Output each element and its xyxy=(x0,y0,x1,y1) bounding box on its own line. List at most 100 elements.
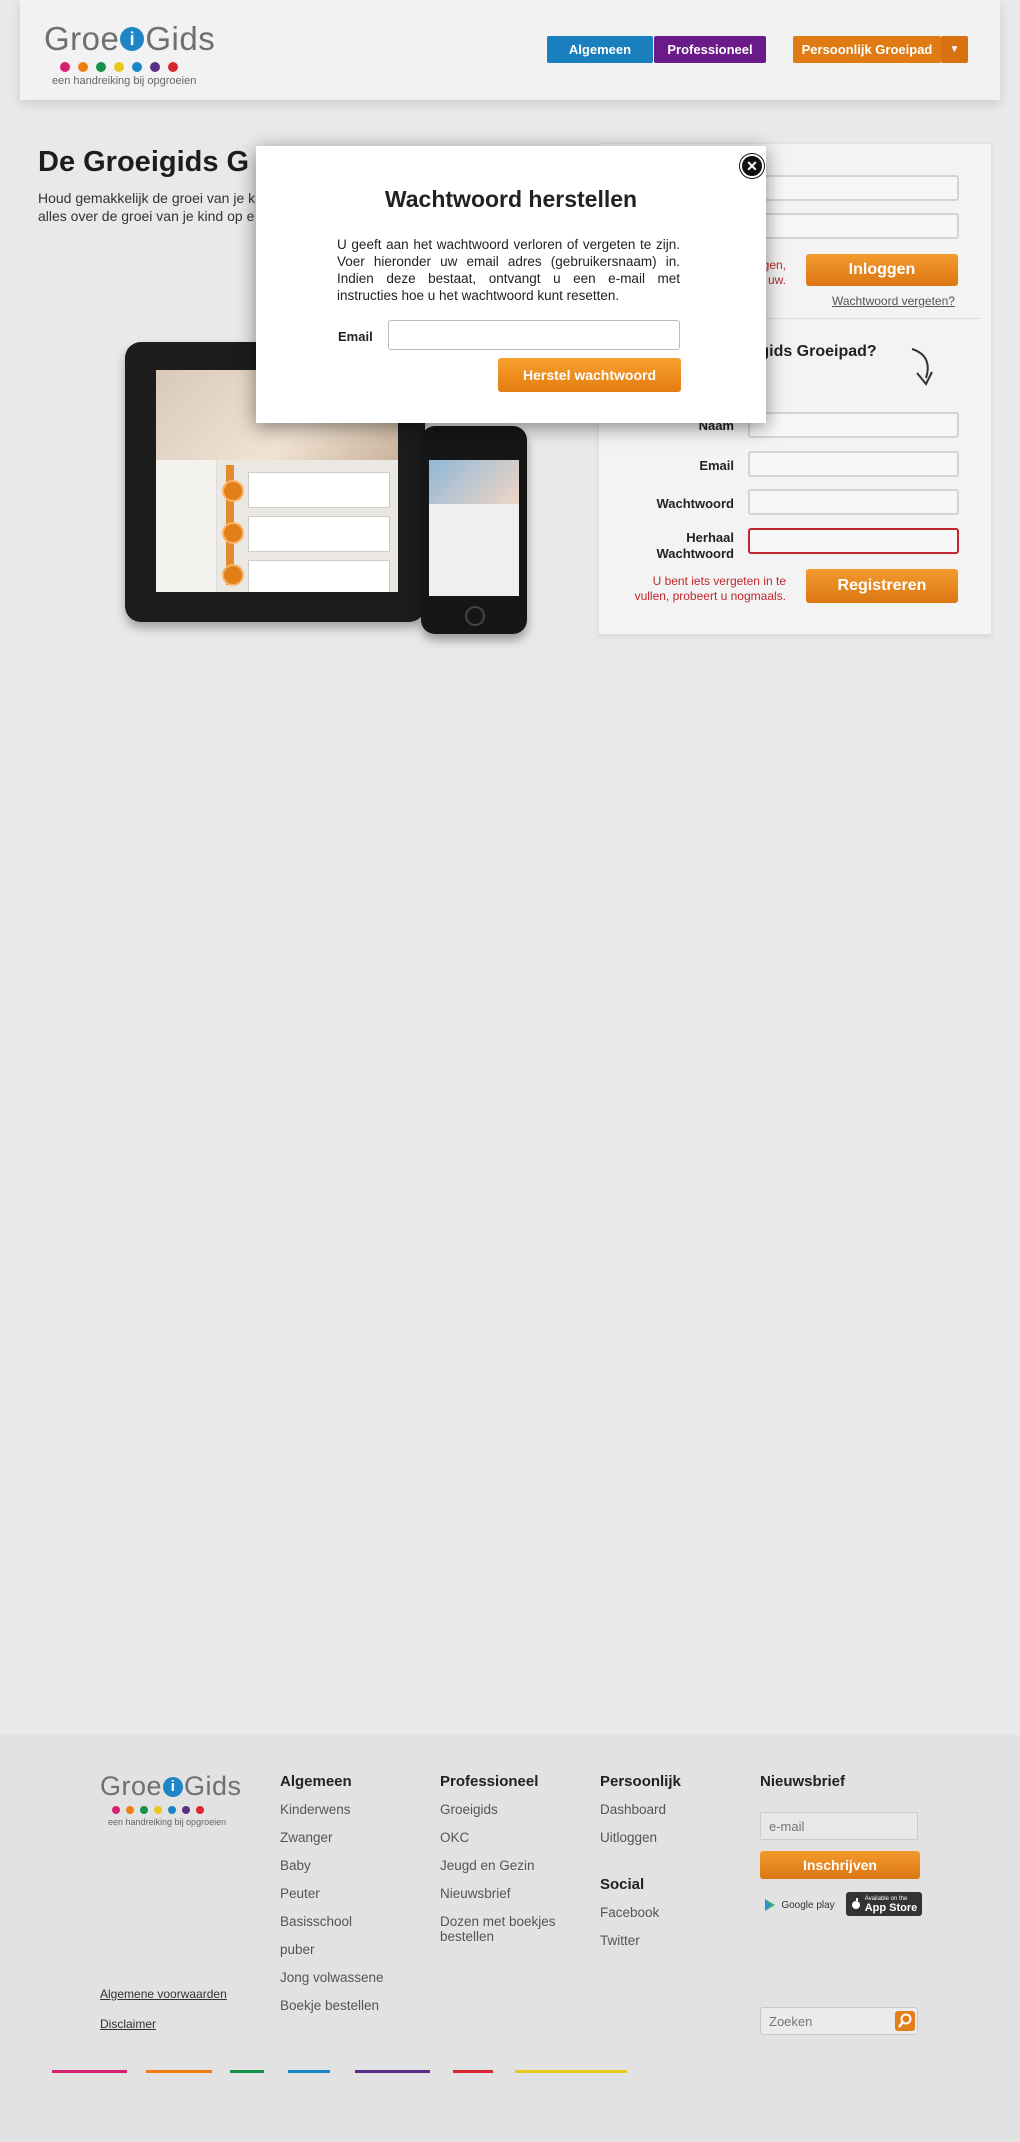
footer-heading-algemeen: Algemeen xyxy=(280,1773,352,1790)
login-password-input[interactable] xyxy=(740,213,959,239)
register-error-line: U bent iets vergeten in te xyxy=(652,574,786,588)
login-username-input[interactable] xyxy=(740,175,959,201)
footer-link-facebook[interactable]: Facebook xyxy=(600,1905,681,1920)
color-bar xyxy=(52,2070,127,2073)
tablet-sidebar xyxy=(156,460,217,592)
footer-heading-professioneel: Professioneel xyxy=(440,1773,539,1790)
footer-logo-i-icon: i xyxy=(163,1776,184,1797)
footer-spacer xyxy=(600,1858,681,1876)
modal-title: Wachtwoord herstellen xyxy=(384,186,638,212)
phone-screen xyxy=(429,460,519,596)
nav-algemeen-button[interactable]: Algemeen xyxy=(547,36,653,63)
phone-photo xyxy=(429,460,519,504)
app-store-badge[interactable]: Available on the App Store xyxy=(846,1892,922,1916)
logo-dot xyxy=(154,1806,162,1814)
color-bar xyxy=(146,2070,212,2073)
logo-i-icon: i xyxy=(120,27,145,51)
newsletter-email-input[interactable] xyxy=(760,1812,918,1840)
google-play-icon xyxy=(765,1899,776,1911)
color-bar xyxy=(355,2070,430,2073)
footer-link-peuter[interactable]: Peuter xyxy=(280,1886,384,1901)
footer-logo-tagline: een handreiking bij opgroeien xyxy=(108,1817,227,1827)
register-error-text: U bent iets vergeten in te vullen, probe… xyxy=(620,574,786,604)
footer-heading-social: Social xyxy=(600,1876,645,1893)
footer-link-boekje-bestellen[interactable]: Boekje bestellen xyxy=(280,1998,384,2013)
logo-dot xyxy=(196,1806,204,1814)
footer: Groe i Gids een handreiking bij opgroeien … xyxy=(0,1735,1020,2142)
arrow-down-icon xyxy=(911,348,933,386)
register-email-input[interactable] xyxy=(748,451,959,477)
timeline-card xyxy=(248,560,390,592)
footer-link-jeugd-en-gezin[interactable]: Jeugd en Gezin xyxy=(440,1858,570,1873)
footer-link-uitloggen[interactable]: Uitloggen xyxy=(600,1830,681,1845)
footer-link-dashboard[interactable]: Dashboard xyxy=(600,1802,681,1817)
terms-link[interactable]: Algemene voorwaarden xyxy=(100,1987,227,2001)
footer-link-nieuwsbrief[interactable]: Nieuwsbrief xyxy=(440,1886,570,1901)
logo[interactable]: Groe i Gids een handreiking bij opgroeien xyxy=(44,20,215,87)
herhaal-label-line: Wachtwoord xyxy=(656,546,734,561)
login-button[interactable]: Inloggen xyxy=(806,254,958,286)
logo-dots xyxy=(60,62,215,72)
logo-dot xyxy=(112,1806,120,1814)
reset-password-button[interactable]: Herstel wachtwoord xyxy=(498,358,681,392)
logo-text-2: Gids xyxy=(145,20,216,57)
nav-professioneel-button[interactable]: Professioneel xyxy=(654,36,766,63)
search-icon[interactable] xyxy=(895,2011,915,2031)
logo-dot xyxy=(60,62,70,72)
footer-link-twitter[interactable]: Twitter xyxy=(600,1933,681,1948)
footer-link-baby[interactable]: Baby xyxy=(280,1858,384,1873)
logo-dot xyxy=(132,62,142,72)
footer-link-okc[interactable]: OKC xyxy=(440,1830,570,1845)
logo-wordmark: Groe i Gids xyxy=(44,20,215,58)
footer-link-groeigids[interactable]: Groeigids xyxy=(440,1802,570,1817)
footer-link-zwanger[interactable]: Zwanger xyxy=(280,1830,384,1845)
disclaimer-link[interactable]: Disclaimer xyxy=(100,2017,156,2031)
footer-heading-persoonlijk: Persoonlijk xyxy=(600,1773,681,1790)
footer-logo-text-2: Gids xyxy=(184,1771,242,1801)
footer-logo-dots xyxy=(112,1806,242,1814)
phone-image xyxy=(421,426,527,634)
logo-dot xyxy=(168,1806,176,1814)
register-repeat-password-input[interactable] xyxy=(748,528,959,554)
footer-link-jong-volwassene[interactable]: Jong volwassene xyxy=(280,1970,384,1985)
dropdown-icon[interactable]: ▼ xyxy=(941,36,968,63)
header: Groe i Gids een handreiking bij opgroeien … xyxy=(20,0,1000,100)
color-bar xyxy=(453,2070,493,2073)
modal-email-input[interactable] xyxy=(388,320,680,350)
logo-dot xyxy=(96,62,106,72)
logo-text-1: Groe xyxy=(44,20,120,57)
google-play-badge[interactable]: Google play xyxy=(760,1893,838,1917)
apple-icon xyxy=(851,1898,860,1909)
footer-link-kinderwens[interactable]: Kinderwens xyxy=(280,1802,384,1817)
search-input[interactable] xyxy=(761,2008,905,2034)
timeline-dot xyxy=(222,564,244,586)
register-naam-input[interactable] xyxy=(748,412,959,438)
logo-dot xyxy=(126,1806,134,1814)
logo-dot xyxy=(168,62,178,72)
wachtwoord-label: Wachtwoord xyxy=(656,496,734,511)
timeline-dot xyxy=(222,522,244,544)
footer-col-nieuwsbrief: Nieuwsbrief xyxy=(760,1773,845,1802)
color-bar xyxy=(515,2070,627,2073)
forgot-password-link[interactable]: Wachtwoord vergeten? xyxy=(832,294,955,308)
subscribe-button[interactable]: Inschrijven xyxy=(760,1851,920,1879)
timeline-card xyxy=(248,516,390,552)
footer-heading-nieuwsbrief: Nieuwsbrief xyxy=(760,1773,846,1790)
footer-col-persoonlijk: Persoonlijk Dashboard Uitloggen Social F… xyxy=(600,1773,681,1961)
nav-persoonlijk-groeipad-button[interactable]: Persoonlijk Groeipad xyxy=(793,36,941,63)
email-label: Email xyxy=(699,458,734,473)
logo-tagline: een handreiking bij opgroeien xyxy=(52,75,197,87)
close-icon[interactable]: ✕ xyxy=(740,154,764,178)
footer-link-dozen-bestellen[interactable]: Dozen met boekjes bestellen xyxy=(440,1914,570,1944)
footer-logo[interactable]: Groe i Gids een handreiking bij opgroeien xyxy=(100,1771,242,1827)
footer-logo-text-1: Groe xyxy=(100,1771,163,1801)
page: Groe i Gids een handreiking bij opgroeien … xyxy=(0,0,1020,2142)
footer-link-basisschool[interactable]: Basisschool xyxy=(280,1914,384,1929)
app-store-text: Available on the App Store xyxy=(865,1895,918,1914)
register-password-input[interactable] xyxy=(748,489,959,515)
herhaal-label-line: Herhaal xyxy=(686,530,734,545)
phone-home-button xyxy=(465,606,485,626)
register-button[interactable]: Registreren xyxy=(806,569,958,603)
footer-link-puber[interactable]: puber xyxy=(280,1942,384,1957)
logo-dot xyxy=(150,62,160,72)
